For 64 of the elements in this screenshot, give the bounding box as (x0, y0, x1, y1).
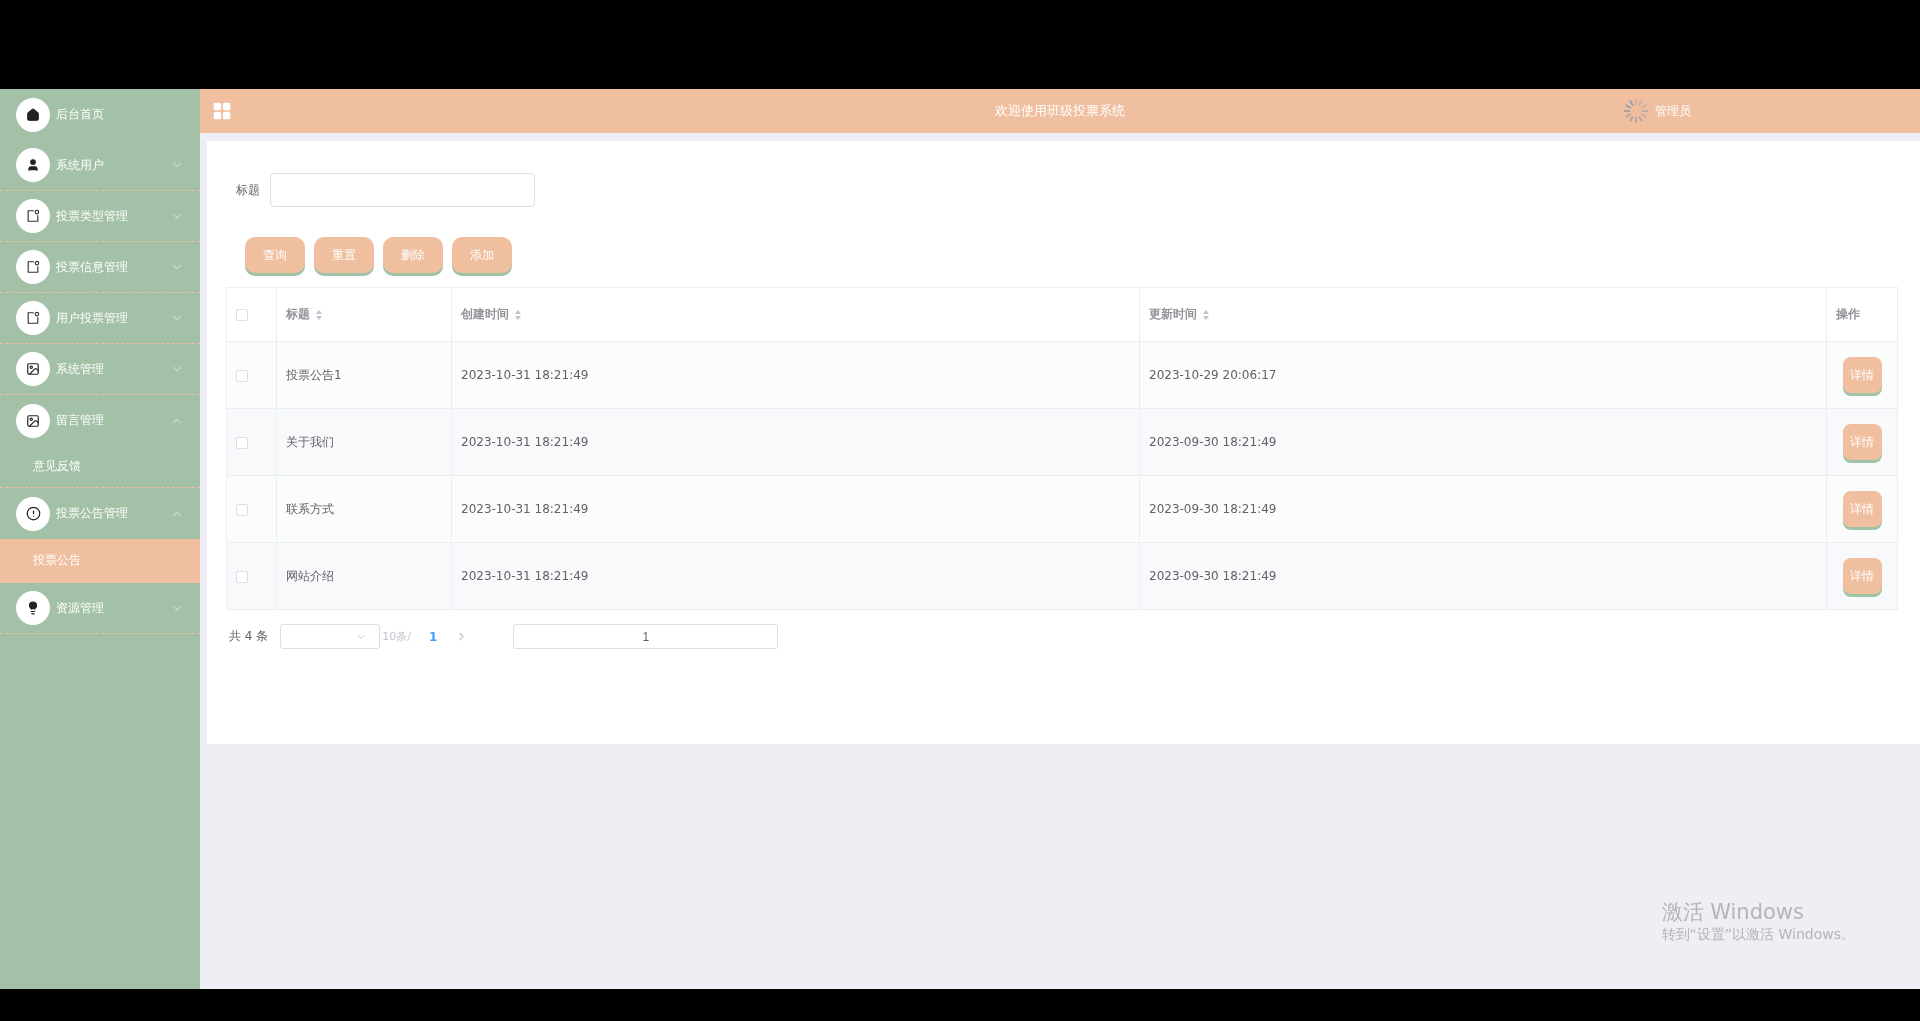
checkbox[interactable] (236, 570, 248, 583)
checkbox[interactable] (236, 309, 248, 321)
home-icon (26, 107, 40, 122)
table-cell: 2023-10-31 18:21:49 (461, 435, 589, 449)
title-input[interactable] (270, 173, 535, 207)
user-icon (26, 158, 40, 172)
checkbox[interactable] (236, 503, 248, 516)
sidebar-item[interactable]: 用户投票管理 (0, 293, 200, 344)
action-button[interactable]: 添加 (452, 237, 512, 273)
avatar-icon (1621, 96, 1651, 126)
table-cell: 网站介绍 (286, 568, 334, 583)
activation-text: 转到“设置”以激活 Windows。 (1661, 926, 1855, 944)
sidebar-item[interactable]: 投票信息管理 (0, 242, 200, 293)
sort-icon[interactable] (1202, 308, 1210, 321)
detail-button[interactable]: 详情 (1842, 558, 1882, 594)
sidebar-item[interactable]: 投票公告管理 (0, 488, 200, 539)
action-button[interactable]: 删除 (383, 237, 443, 273)
page-number[interactable]: 1 (428, 629, 438, 644)
sidebar-item[interactable]: 系统用户 (0, 140, 200, 191)
action-button[interactable]: 重置 (314, 237, 374, 273)
detail-button[interactable]: 详情 (1842, 357, 1882, 393)
sidebar-item[interactable]: 资源管理 (0, 583, 200, 634)
table-cell: 2023-09-30 18:21:49 (1149, 569, 1277, 583)
checkbox[interactable] (236, 436, 248, 449)
search-label: 标题 (236, 181, 260, 199)
header-title: 欢迎使用班级投票系统 (995, 102, 1125, 120)
table-cell: 2023-10-31 18:21:49 (461, 368, 589, 382)
sidebar-item[interactable]: 后台首页 (0, 89, 200, 140)
sidebar-subitem[interactable]: 投票公告 (0, 539, 200, 583)
sidebar-item[interactable]: 系统管理 (0, 344, 200, 395)
table-cell: 2023-10-31 18:21:49 (461, 569, 589, 583)
lightbulb-icon (26, 601, 40, 615)
image-icon (26, 413, 40, 428)
activation-title: 激活 Windows (1661, 899, 1805, 926)
sidebar-item[interactable]: 留言管理 (0, 395, 200, 446)
column-header: 操作 (1836, 306, 1860, 323)
table-cell: 关于我们 (286, 434, 334, 449)
table-cell: 2023-09-30 18:21:49 (1149, 502, 1277, 516)
note-icon (26, 260, 40, 274)
alert-icon (25, 506, 41, 521)
page-size-text: 10条/ (382, 629, 411, 644)
page-size-select[interactable] (280, 624, 381, 649)
goto-page-input[interactable]: 1 (513, 624, 779, 649)
note-icon (26, 311, 40, 325)
user-name: 管理员 (1655, 102, 1691, 120)
table-cell: 联系方式 (286, 501, 334, 516)
table-cell: 2023-09-30 18:21:49 (1149, 435, 1277, 449)
column-header[interactable]: 标题 (286, 306, 323, 323)
detail-button[interactable]: 详情 (1842, 491, 1882, 527)
sort-icon[interactable] (315, 308, 323, 321)
table-cell: 2023-10-29 20:06:17 (1149, 368, 1277, 382)
note-icon (26, 209, 40, 223)
action-button[interactable]: 查询 (245, 237, 305, 273)
total-count: 共 4 条 (229, 628, 269, 645)
detail-button[interactable]: 详情 (1842, 424, 1882, 460)
table-cell: 投票公告1 (286, 367, 342, 382)
column-header[interactable]: 更新时间 (1149, 306, 1210, 323)
checkbox[interactable] (236, 369, 248, 382)
image-icon (26, 362, 40, 376)
sidebar-item[interactable]: 投票类型管理 (0, 191, 200, 242)
column-header[interactable]: 创建时间 (461, 306, 522, 323)
grid-menu-icon[interactable] (212, 101, 232, 121)
table-cell: 2023-10-31 18:21:49 (461, 502, 589, 516)
sort-icon[interactable] (514, 308, 522, 321)
